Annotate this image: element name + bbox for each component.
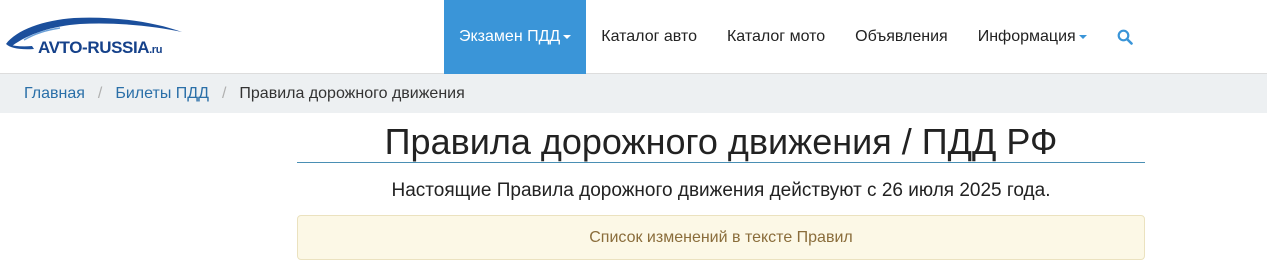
breadcrumb-tickets-pdd[interactable]: Билеты ПДД (115, 85, 209, 103)
chevron-down-icon (1078, 35, 1087, 39)
breadcrumb-separator: / (221, 84, 227, 102)
page-title: Правила дорожного движения / ПДД РФ (297, 121, 1145, 163)
nav-item-ads[interactable]: Объявления (840, 0, 963, 74)
breadcrumb: Главная / Билеты ПДД / Правила дорожного… (0, 74, 1267, 113)
logo-wordmark: AVTO-RUSSIA.ru (38, 38, 163, 57)
site-logo[interactable]: AVTO-RUSSIA.ru (4, 10, 186, 60)
changes-list-link[interactable]: Список изменений в тексте Правил (297, 215, 1145, 260)
top-navbar: AVTO-RUSSIA.ru Экзамен ПДД Каталог авто … (0, 0, 1267, 74)
breadcrumb-current: Правила дорожного движения (239, 84, 465, 102)
chevron-down-icon (563, 35, 572, 39)
main-nav: Экзамен ПДД Каталог авто Каталог мото Об… (444, 0, 1148, 74)
nav-item-information[interactable]: Информация (963, 0, 1102, 74)
nav-item-car-catalog[interactable]: Каталог авто (586, 0, 712, 74)
nav-item-moto-catalog[interactable]: Каталог мото (712, 0, 840, 74)
nav-item-exam-pdd[interactable]: Экзамен ПДД (444, 0, 587, 74)
search-button[interactable] (1102, 0, 1148, 74)
breadcrumb-home[interactable]: Главная (24, 85, 85, 103)
search-icon (1117, 29, 1133, 45)
effective-date-notice: Настоящие Правила дорожного движения дей… (391, 180, 1051, 201)
breadcrumb-separator: / (97, 84, 103, 102)
